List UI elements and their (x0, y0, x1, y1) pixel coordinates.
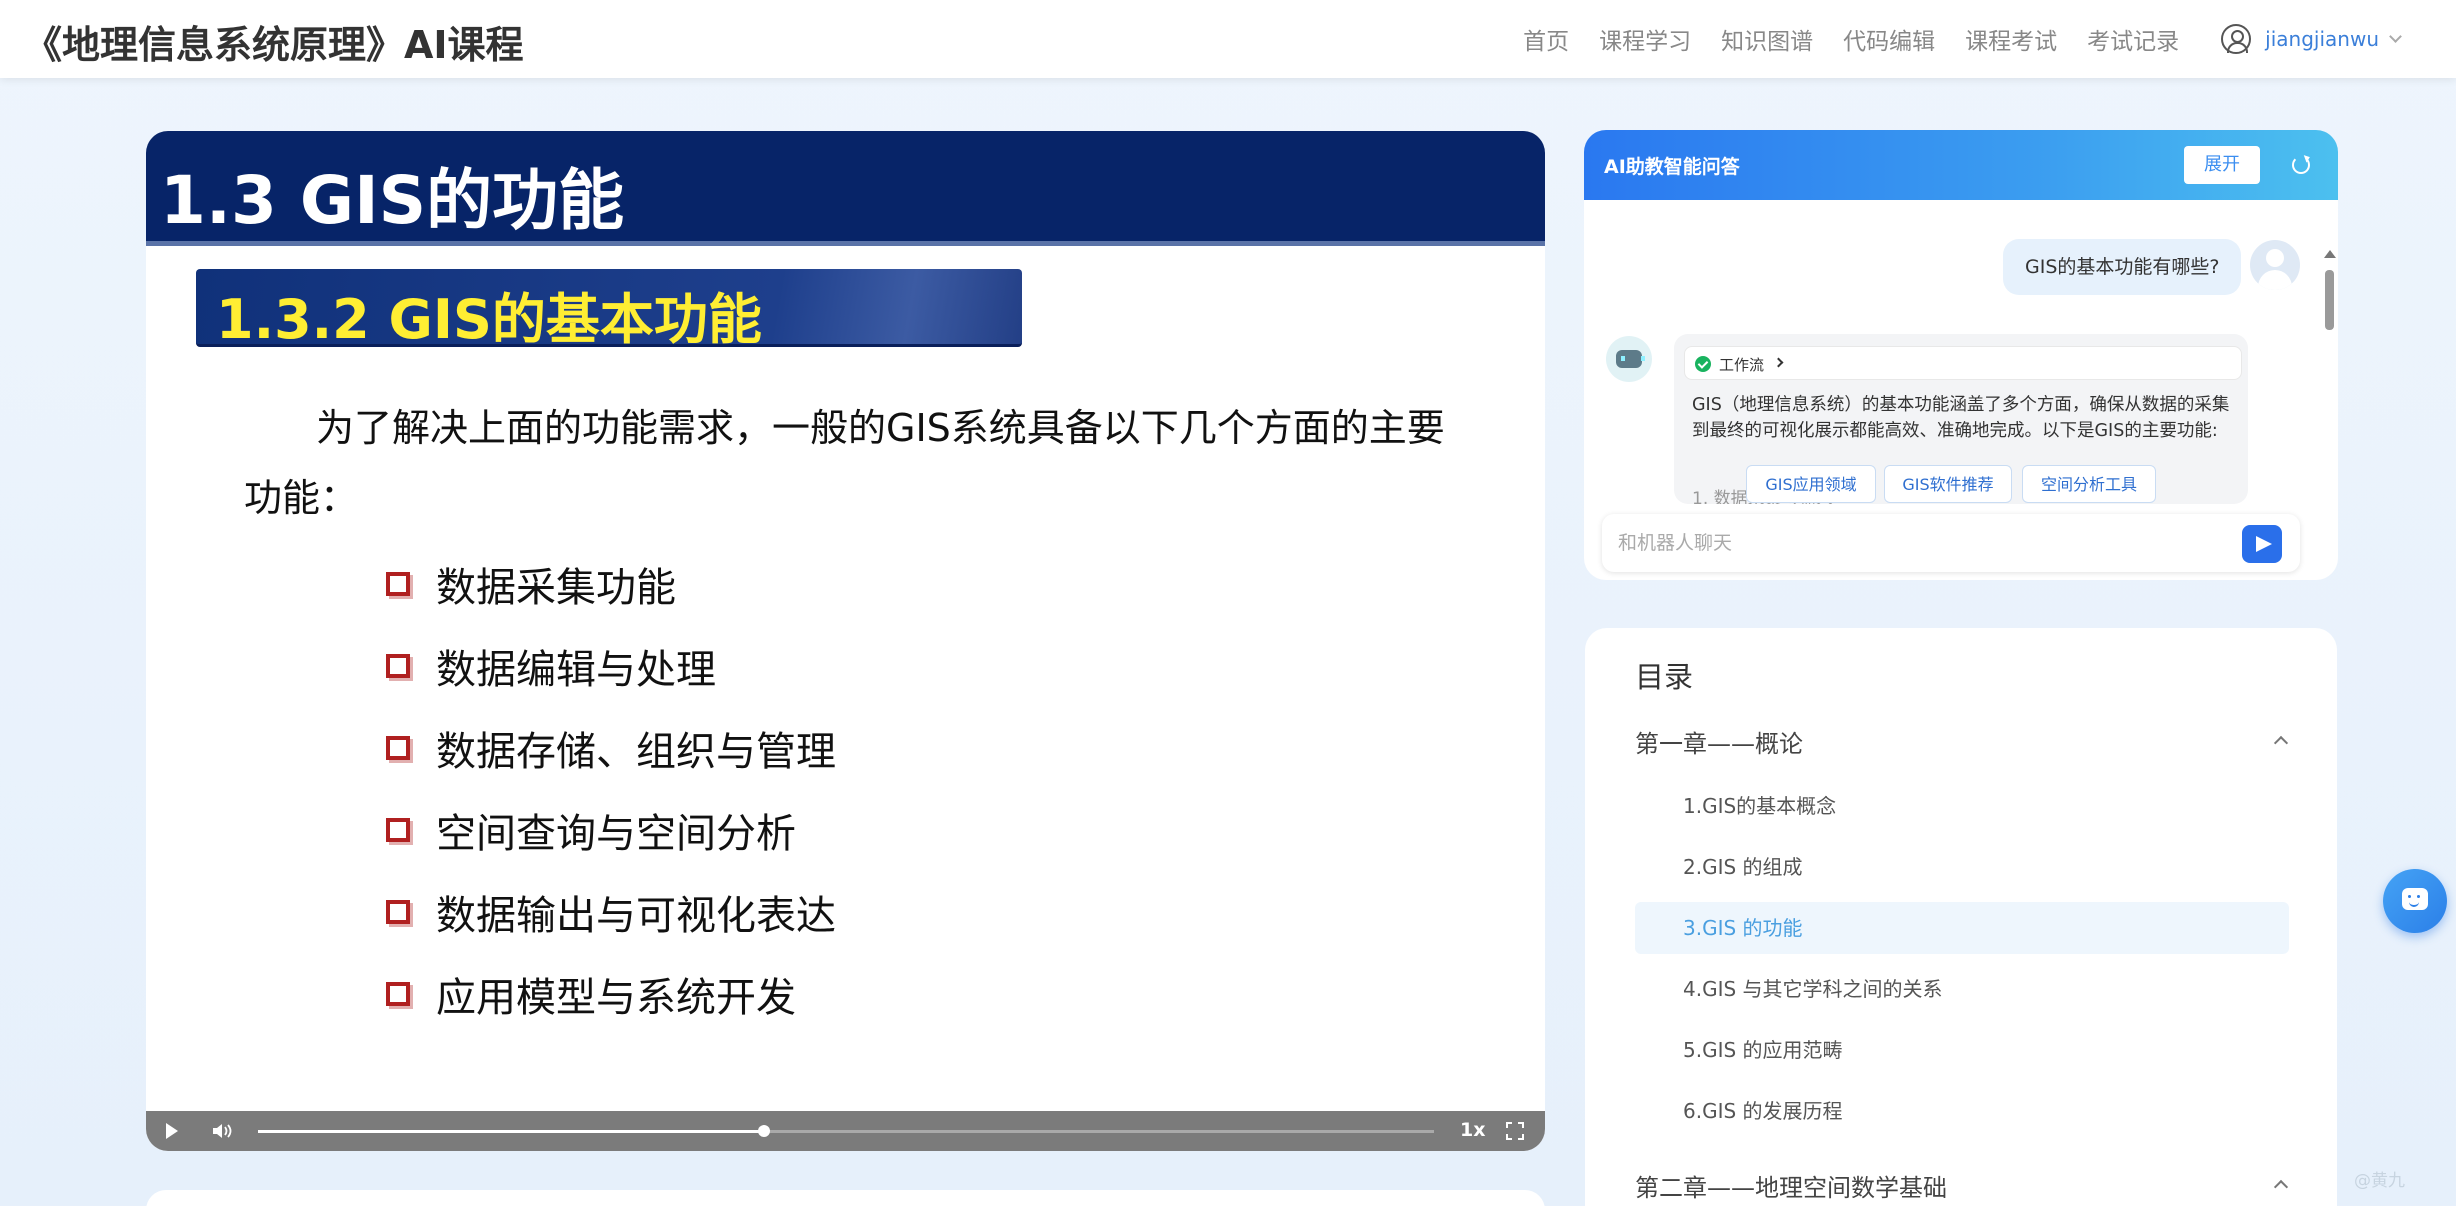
site-title[interactable]: 《地理信息系统原理》AI课程 (24, 14, 524, 69)
video-player[interactable]: 1.3 GIS的功能 1.3.2 GIS的基本功能 为了解决上面的功能需求，一般… (146, 131, 1545, 1151)
toc-chapter-1[interactable]: 第一章——概论 (1635, 724, 1803, 759)
scroll-up-arrow-icon[interactable] (2324, 250, 2336, 258)
bullet-text: 数据存储、组织与管理 (436, 729, 836, 775)
checkbox-bullet-icon (386, 818, 410, 842)
video-progress-fill (258, 1130, 764, 1133)
user-icon (2221, 24, 2252, 54)
main-nav: 首页 课程学习 知识图谱 代码编辑 课程考试 考试记录 jiangjianwu (1493, 0, 2402, 78)
playback-speed[interactable]: 1x (1460, 1119, 1485, 1141)
bot-message-text: GIS（地理信息系统）的基本功能涵盖了多个方面，确保从数据的采集到最终的可视化展… (1692, 395, 2230, 441)
below-content-card (146, 1190, 1545, 1206)
checkbox-bullet-icon (386, 982, 410, 1006)
workflow-toggle[interactable]: 工作流 (1684, 346, 2242, 380)
bullet-text: 数据编辑与处理 (436, 647, 716, 693)
slide-bullet: 数据存储、组织与管理 (386, 707, 836, 789)
username[interactable]: jiangjianwu (2265, 27, 2379, 51)
toc-item[interactable]: 4.GIS 与其它学科之间的关系 (1635, 963, 2289, 1015)
chevron-up-icon[interactable] (2273, 1179, 2289, 1195)
toc-item[interactable]: 5.GIS 的应用范畴 (1635, 1024, 2289, 1076)
nav-home[interactable]: 首页 (1523, 22, 1569, 56)
top-navbar: 《地理信息系统原理》AI课程 首页 课程学习 知识图谱 代码编辑 课程考试 考试… (0, 0, 2456, 78)
slide-bullet: 空间查询与空间分析 (386, 789, 836, 871)
slide-bullet: 数据采集功能 (386, 543, 836, 625)
play-icon[interactable] (166, 1123, 178, 1139)
chat-scrollbar-thumb[interactable] (2325, 270, 2334, 330)
fullscreen-icon[interactable] (1506, 1122, 1524, 1140)
chat-input[interactable] (1618, 526, 2218, 560)
nav-course-exam[interactable]: 课程考试 (1965, 22, 2057, 56)
toc-item[interactable]: 1.GIS的基本概念 (1635, 780, 2289, 832)
slide-title: 1.3 GIS的功能 (160, 162, 625, 239)
slide-subtitle: 1.3.2 GIS的基本功能 (216, 288, 762, 351)
nav-course-study[interactable]: 课程学习 (1599, 22, 1691, 56)
slide-intro-text: 为了解决上面的功能需求，一般的GIS系统具备以下几个方面的主要功能： (244, 406, 1445, 520)
nav-exam-records[interactable]: 考试记录 (2087, 22, 2179, 56)
chevron-right-icon (1773, 357, 1784, 368)
ai-assistant-panel: AI助教智能问答 展开 GIS的基本功能有哪些? 工作流 GIS（地理信息系统）… (1584, 130, 2338, 580)
user-message-bubble: GIS的基本功能有哪些? (2003, 239, 2242, 295)
slide-bullet: 数据输出与可视化表达 (386, 871, 836, 953)
toc-item[interactable]: 6.GIS 的发展历程 (1635, 1085, 2289, 1137)
expand-button[interactable]: 展开 (2184, 146, 2260, 184)
toc-title: 目录 (1635, 660, 1694, 694)
bullet-text: 应用模型与系统开发 (436, 975, 796, 1021)
checkbox-bullet-icon (386, 572, 410, 596)
toc-item[interactable]: 2.GIS 的组成 (1635, 841, 2289, 893)
watermark: @黄九 (2354, 1171, 2405, 1191)
workflow-label: 工作流 (1719, 356, 1765, 374)
nav-code-editor[interactable]: 代码编辑 (1843, 22, 1935, 56)
suggestion-chip[interactable]: GIS软件推荐 (1884, 465, 2012, 503)
send-button[interactable] (2242, 525, 2282, 563)
chevron-up-icon[interactable] (2273, 735, 2289, 751)
slide-subtitle-banner: 1.3.2 GIS的基本功能 (196, 269, 1022, 351)
table-of-contents: 目录 第一章——概论 1.GIS的基本概念 2.GIS 的组成 3.GIS 的功… (1585, 628, 2337, 1206)
chat-input-box (1602, 514, 2300, 572)
chat-title: AI助教智能问答 (1604, 156, 1740, 178)
chat-header: AI助教智能问答 展开 (1584, 130, 2338, 200)
refresh-icon[interactable] (2292, 156, 2310, 174)
suggestion-chip[interactable]: GIS应用领域 (1746, 465, 1876, 503)
slide-bullet-list: 数据采集功能 数据编辑与处理 数据存储、组织与管理 空间查询与空间分析 数据输出… (386, 543, 836, 1035)
bullet-text: 数据输出与可视化表达 (436, 893, 836, 939)
video-controls: 1x (146, 1111, 1545, 1151)
check-icon (1695, 356, 1711, 372)
volume-icon[interactable] (212, 1123, 234, 1139)
checkbox-bullet-icon (386, 736, 410, 760)
customer-service-button[interactable] (2383, 869, 2447, 933)
checkbox-bullet-icon (386, 654, 410, 678)
video-progress-handle[interactable] (757, 1125, 770, 1137)
video-progress-bar[interactable] (258, 1125, 1434, 1137)
toc-item-active[interactable]: 3.GIS 的功能 (1635, 902, 2289, 954)
slide-header: 1.3 GIS的功能 (146, 131, 1545, 241)
chat-support-icon (2402, 888, 2428, 910)
robot-avatar-icon (1606, 336, 1652, 382)
checkbox-bullet-icon (386, 900, 410, 924)
bullet-text: 空间查询与空间分析 (436, 811, 796, 857)
bullet-text: 数据采集功能 (436, 565, 676, 611)
user-avatar (2250, 240, 2300, 290)
suggestion-chip[interactable]: 空间分析工具 (2022, 465, 2156, 503)
nav-knowledge-graph[interactable]: 知识图谱 (1721, 22, 1813, 56)
toc-chapter-2[interactable]: 第二章——地理空间数学基础 (1635, 1168, 1947, 1203)
user-menu[interactable]: jiangjianwu (2221, 24, 2402, 54)
slide-bullet: 应用模型与系统开发 (386, 953, 836, 1035)
slide-bullet: 数据编辑与处理 (386, 625, 836, 707)
chevron-down-icon[interactable] (2389, 29, 2402, 43)
slide-header-divider (146, 241, 1545, 246)
